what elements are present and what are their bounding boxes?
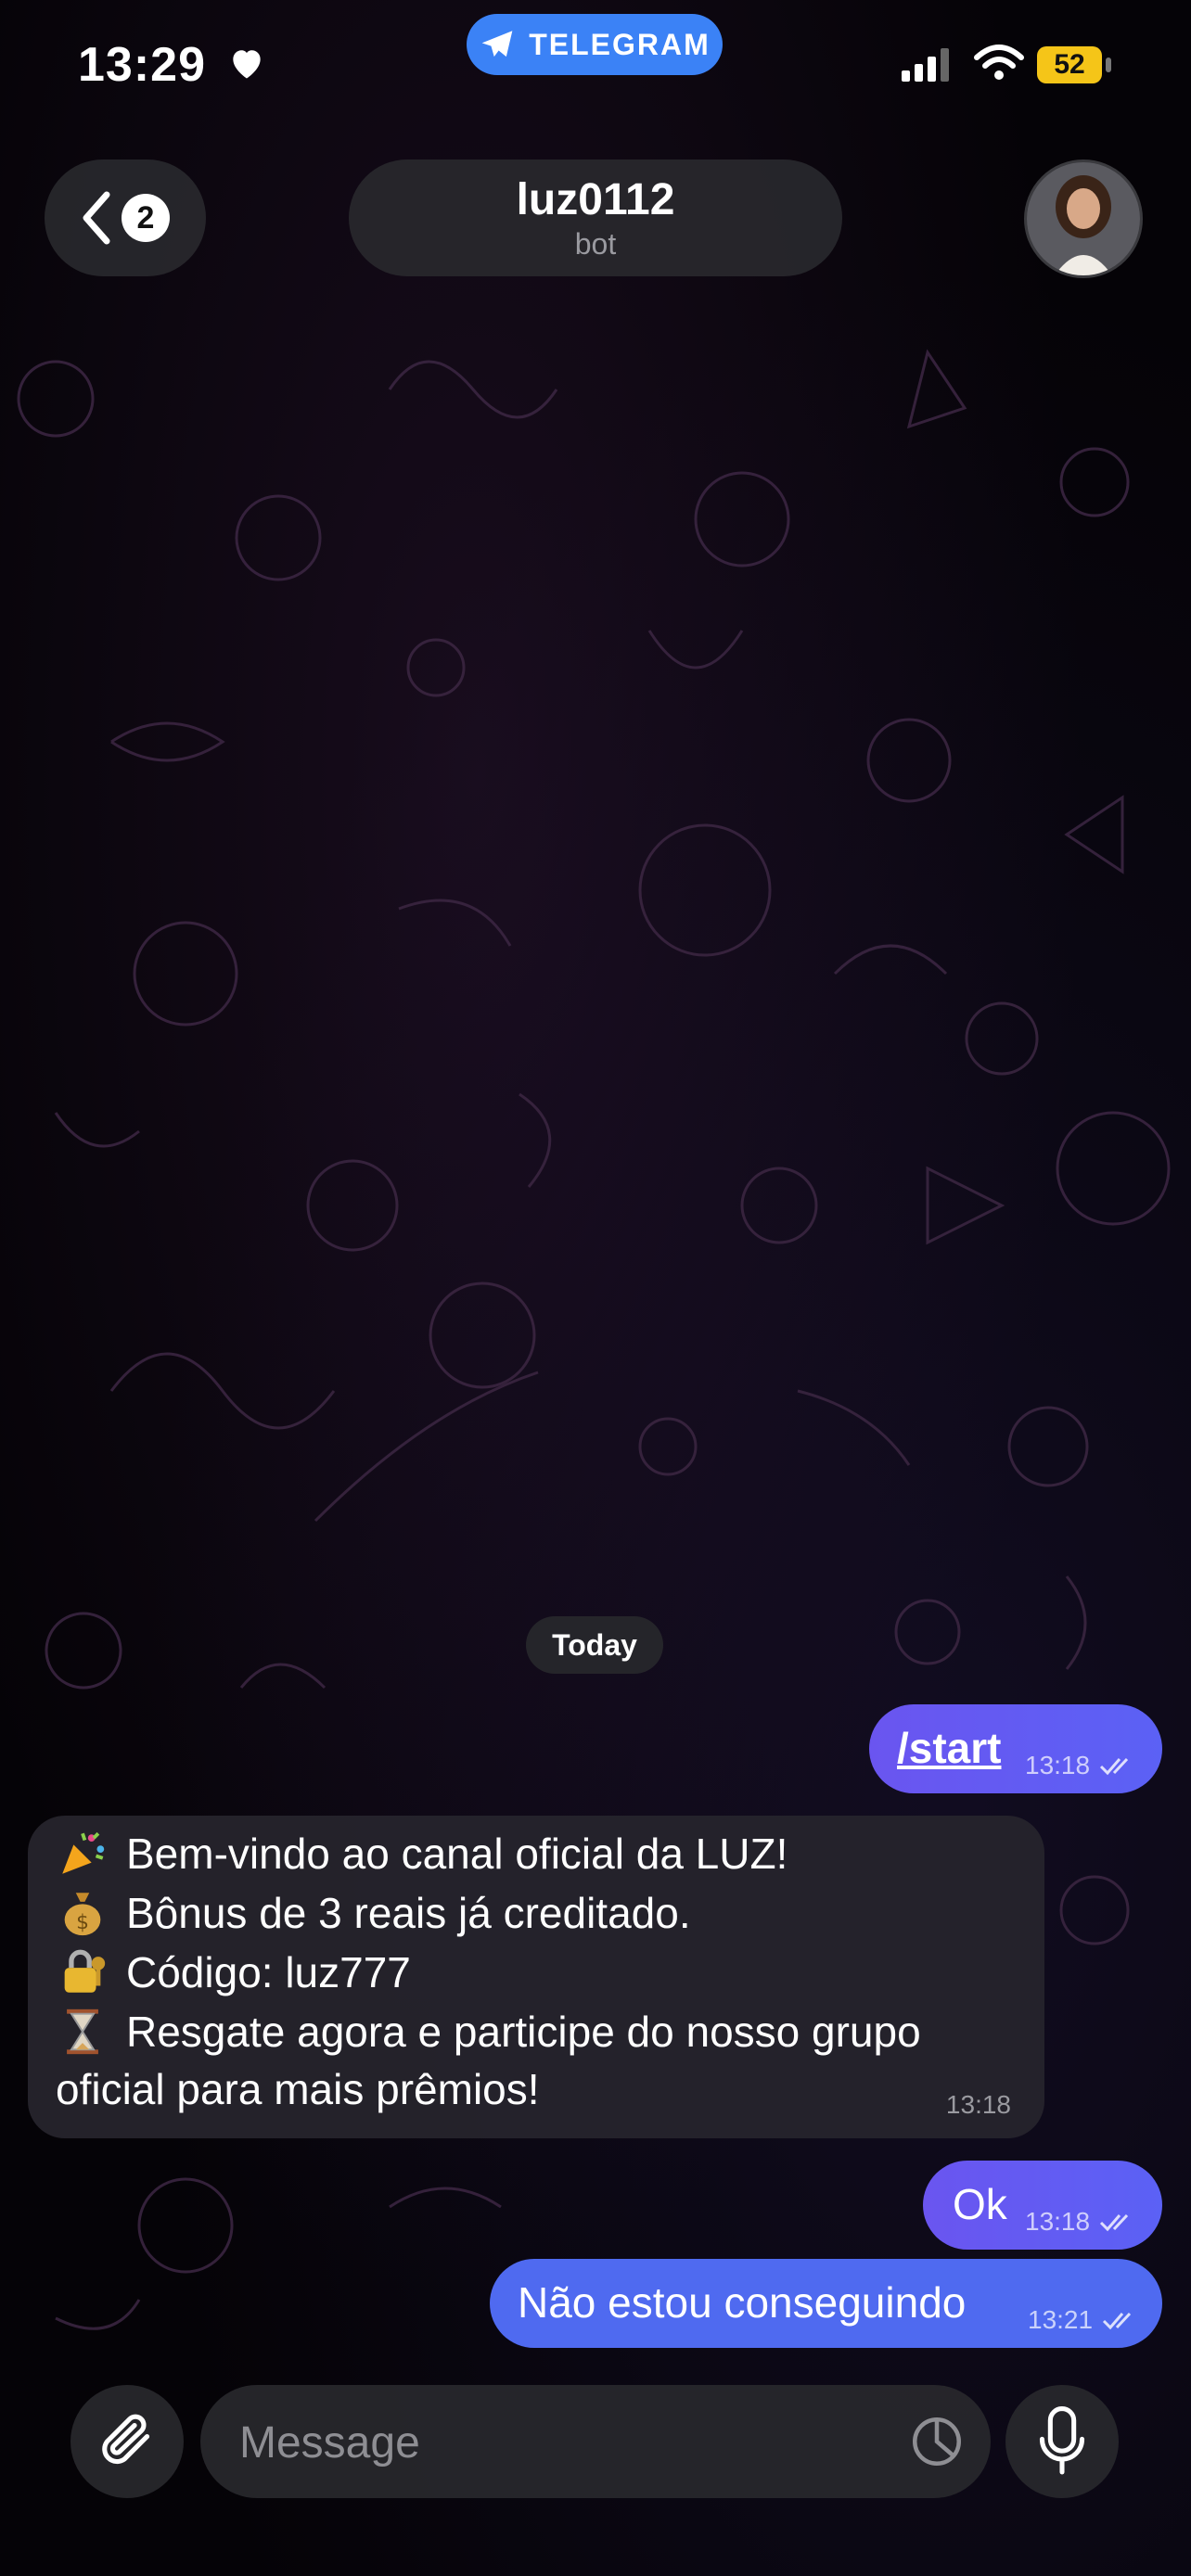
incoming-message[interactable]: Bem-vindo ao canal oficial da LUZ! $ Bôn…	[28, 1816, 1044, 2138]
message-line-text: oficial para mais prêmios!	[56, 2065, 540, 2113]
attach-button[interactable]	[70, 2385, 184, 2498]
message-input-container[interactable]	[200, 2385, 991, 2498]
lock-key-icon	[64, 1949, 106, 1993]
heart-icon	[233, 50, 261, 79]
message-line: Bem-vindo ao canal oficial da LUZ!	[56, 1827, 788, 1881]
chat-subtitle: bot	[574, 227, 617, 261]
outgoing-message[interactable]: /start 13:18	[869, 1704, 1162, 1793]
message-text: Não estou conseguindo	[518, 2278, 967, 2327]
message-meta: 13:18	[1025, 2207, 1136, 2237]
message-time: 13:18	[1025, 1751, 1091, 1779]
message-line-text: Bem-vindo ao canal oficial da LUZ!	[126, 1830, 788, 1878]
date-separator: Today	[526, 1616, 663, 1674]
profile-photo	[1027, 162, 1140, 275]
battery-indicator: 52	[1037, 46, 1102, 83]
cellular-signal-icon	[902, 48, 949, 82]
paperclip-icon	[102, 2414, 150, 2465]
telegram-plane-icon	[481, 31, 513, 57]
message-time: 13:18	[1025, 2207, 1091, 2236]
chat-title: luz0112	[516, 175, 675, 224]
message-line-text: Código: luz777	[126, 1948, 411, 1996]
message-text: Ok	[953, 2180, 1007, 2228]
svg-text:$: $	[76, 1911, 89, 1934]
message-time: 13:21	[1028, 2305, 1094, 2334]
message-input[interactable]	[237, 2413, 890, 2472]
status-time: 13:29	[78, 38, 206, 92]
message-line: oficial para mais prêmios!	[56, 2064, 540, 2114]
double-check-icon	[1103, 2312, 1132, 2330]
telegram-pill-label: TELEGRAM	[529, 27, 711, 61]
outgoing-message[interactable]: Não estou conseguindo 13:21	[490, 2259, 1162, 2348]
message-line-text: Bônus de 3 reais já creditado.	[126, 1889, 691, 1937]
hourglass-icon	[67, 2009, 98, 2055]
microphone-button[interactable]	[1005, 2385, 1119, 2498]
message-meta: 13:21	[1028, 2305, 1139, 2335]
message-line: Resgate agora e participe do nosso grupo	[56, 2005, 921, 2059]
party-popper-icon	[62, 1831, 105, 1874]
message-line: Código: luz777	[56, 1945, 411, 1999]
chevron-left-icon	[83, 191, 110, 245]
double-check-icon	[1100, 1757, 1129, 1776]
bot-command-link[interactable]: /start	[897, 1723, 1001, 1773]
outgoing-message[interactable]: Ok 13:18	[923, 2161, 1162, 2250]
money-bag-icon: $	[64, 1893, 101, 1936]
wifi-icon	[974, 45, 1024, 80]
message-line-text: Resgate agora e participe do nosso grupo	[126, 2008, 921, 2056]
message-line: $ Bônus de 3 reais já creditado.	[56, 1886, 691, 1940]
sticker-icon[interactable]	[909, 2414, 965, 2469]
double-check-icon	[1100, 2213, 1129, 2232]
battery-tip	[1106, 57, 1111, 72]
telegram-status-pill[interactable]: TELEGRAM	[467, 14, 723, 75]
chat-title-header[interactable]: luz0112 bot	[349, 159, 842, 276]
message-time: 13:18	[945, 2090, 1011, 2119]
avatar[interactable]	[1024, 159, 1143, 278]
message-meta: 13:18	[1025, 1751, 1136, 1780]
unread-count-badge: 2	[122, 194, 170, 242]
back-button[interactable]: 2	[45, 159, 206, 276]
microphone-icon	[1039, 2406, 1085, 2475]
battery-level: 52	[1054, 49, 1085, 80]
